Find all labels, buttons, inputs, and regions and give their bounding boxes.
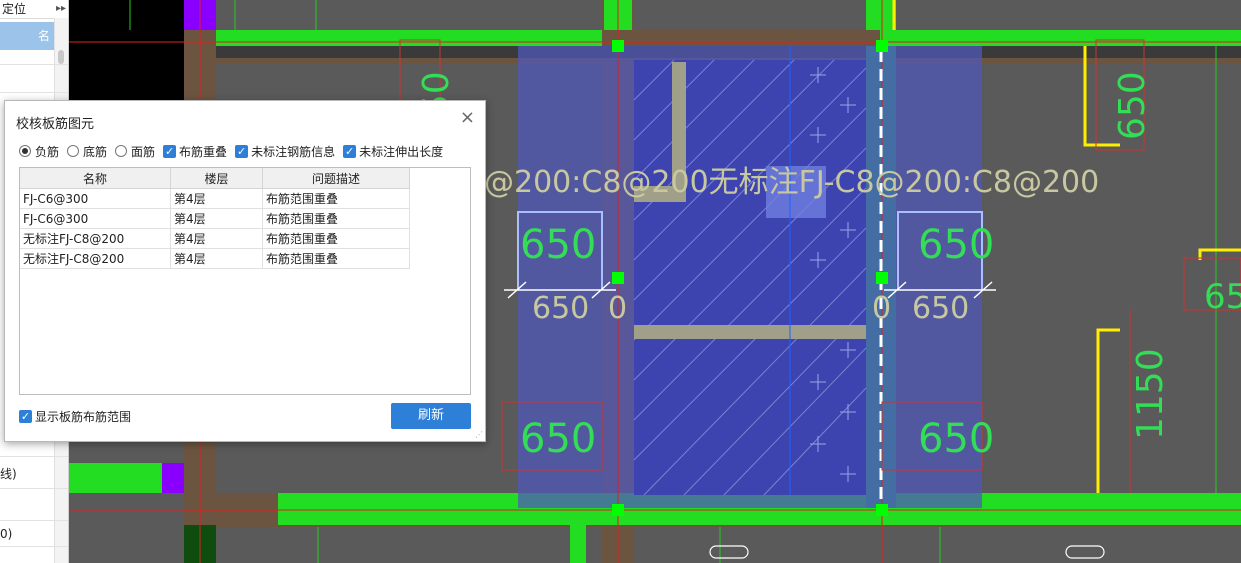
left-panel-divider bbox=[0, 64, 68, 65]
checkbox-missing-extension[interactable]: ✓ 未标注伸出长度 bbox=[343, 143, 443, 160]
left-panel-header: 定位 ▸▸ bbox=[0, 0, 68, 19]
radio-button-icon bbox=[19, 145, 31, 157]
filter-options: 负筋 底筋 面筋 ✓ 布筋重叠 ✓ 未标注钢筋信息 ✓ 未标注伸出长度 bbox=[19, 143, 451, 159]
cell-issue: 布筋范围重叠 bbox=[262, 208, 410, 229]
cell-floor: 第4层 bbox=[170, 248, 263, 269]
cell-name: FJ-C6@300 bbox=[20, 208, 171, 229]
cell-floor: 第4层 bbox=[170, 208, 263, 229]
dim-650-vertical-right: 650 bbox=[1112, 71, 1153, 140]
cell-issue: 布筋范围重叠 bbox=[262, 248, 410, 269]
checkbox-checked-icon: ✓ bbox=[163, 144, 177, 158]
column-header-name[interactable]: 名称 bbox=[20, 168, 171, 189]
issue-table[interactable]: 名称 楼层 问题描述 FJ-C6@300 第4层 布筋范围重叠 FJ-C6@30… bbox=[19, 167, 471, 395]
column-header-floor[interactable]: 楼层 bbox=[170, 168, 263, 189]
cell-issue: 布筋范围重叠 bbox=[262, 228, 410, 249]
dim-650-box-bottom-right: 650 bbox=[918, 416, 994, 462]
left-panel-fragment: 线) bbox=[0, 467, 17, 481]
check-slab-rebar-dialog: 校核板筋图元 × 负筋 底筋 面筋 ✓ 布筋重叠 ✓ 未标注钢筋信息 ✓ 未标注… bbox=[4, 100, 486, 442]
beam-bottom-stub-a bbox=[570, 525, 586, 563]
cell-floor: 第4层 bbox=[170, 188, 263, 209]
dim-650-box-top-right: 650 bbox=[918, 222, 994, 268]
checkbox-show-range[interactable]: ✓ 显示板筋布筋范围 bbox=[19, 408, 131, 425]
radio-bottom-rebar[interactable]: 底筋 bbox=[67, 143, 107, 160]
left-panel-scroll-thumb[interactable] bbox=[58, 50, 64, 64]
left-panel-divider bbox=[0, 488, 68, 489]
left-panel-header-label: 定位 bbox=[2, 2, 27, 16]
table-row[interactable]: FJ-C6@300 第4层 布筋范围重叠 bbox=[20, 188, 410, 209]
dialog-title: 校核板筋图元 bbox=[16, 117, 95, 132]
slab-inner bbox=[634, 60, 866, 495]
radio-negative-rebar[interactable]: 负筋 bbox=[19, 143, 59, 160]
beam-left-stub bbox=[68, 463, 162, 493]
radio-label: 面筋 bbox=[131, 144, 156, 159]
left-panel-selected-item[interactable]: 名 bbox=[0, 22, 54, 50]
resize-grip-icon[interactable]: ⋰ bbox=[475, 431, 483, 439]
table-row[interactable]: FJ-C6@300 第4层 布筋范围重叠 bbox=[20, 208, 410, 229]
radio-button-icon bbox=[115, 145, 128, 157]
dim-650-box-top-left: 650 bbox=[520, 222, 596, 268]
checkbox-label: 未标注钢筋信息 bbox=[251, 144, 336, 159]
refresh-button[interactable]: 刷新 bbox=[391, 403, 471, 429]
beam-right-top bbox=[866, 0, 896, 30]
cell-name: 无标注FJ-C8@200 bbox=[20, 228, 171, 249]
left-panel-divider bbox=[0, 546, 68, 547]
table-row[interactable]: 无标注FJ-C8@200 第4层 布筋范围重叠 bbox=[20, 228, 410, 249]
dim-650-left: 650 bbox=[532, 291, 589, 326]
table-row[interactable]: 无标注FJ-C8@200 第4层 布筋范围重叠 bbox=[20, 248, 410, 269]
checkbox-label: 未标注伸出长度 bbox=[359, 144, 444, 159]
checkbox-checked-icon: ✓ bbox=[235, 144, 249, 158]
dim-0-left: 0 bbox=[608, 291, 627, 326]
checkbox-label: 显示板筋布筋范围 bbox=[35, 410, 132, 424]
cell-name: 无标注FJ-C8@200 bbox=[20, 248, 171, 269]
dim-0-right: 0 bbox=[872, 291, 891, 326]
cell-issue: 布筋范围重叠 bbox=[262, 188, 410, 209]
dim-650-box-bottom-left: 650 bbox=[520, 416, 596, 462]
radio-button-icon bbox=[67, 145, 80, 157]
rebar-annotation[interactable]: @200:C8@200无标注FJ-C8@200:C8@200 bbox=[484, 165, 1099, 200]
beam-top-right bbox=[880, 30, 1241, 46]
collapse-icon[interactable]: ▸▸ bbox=[56, 0, 66, 18]
left-panel-divider bbox=[0, 456, 68, 457]
checkbox-label: 布筋重叠 bbox=[179, 144, 228, 159]
checkbox-overlap[interactable]: ✓ 布筋重叠 bbox=[163, 143, 227, 160]
rebar-bar-horizontal bbox=[634, 325, 866, 339]
radio-top-rebar[interactable]: 面筋 bbox=[115, 143, 155, 160]
close-icon[interactable]: × bbox=[460, 109, 475, 127]
left-panel-divider bbox=[0, 520, 68, 521]
cell-floor: 第4层 bbox=[170, 228, 263, 249]
black-region bbox=[68, 0, 185, 100]
issue-table-grid: 名称 楼层 问题描述 FJ-C6@300 第4层 布筋范围重叠 FJ-C6@30… bbox=[20, 168, 410, 269]
checkbox-checked-icon: ✓ bbox=[19, 410, 32, 423]
column-header-issue[interactable]: 问题描述 bbox=[262, 168, 410, 189]
left-panel-fragment: 0) bbox=[0, 527, 13, 541]
dim-1150-vertical: 1150 bbox=[1130, 348, 1171, 440]
beam-top-left bbox=[216, 30, 602, 46]
table-header-row: 名称 楼层 问题描述 bbox=[20, 168, 410, 189]
cell-name: FJ-C6@300 bbox=[20, 188, 171, 209]
left-panel-divider bbox=[0, 92, 68, 93]
checkbox-missing-rebar-info[interactable]: ✓ 未标注钢筋信息 bbox=[235, 143, 335, 160]
dim-650-right: 650 bbox=[912, 291, 969, 326]
dim-65-edge: 65 bbox=[1204, 277, 1241, 317]
radio-label: 底筋 bbox=[83, 144, 108, 159]
purple-column-bottom bbox=[162, 463, 184, 493]
checkbox-checked-icon: ✓ bbox=[343, 144, 357, 158]
radio-label: 负筋 bbox=[35, 144, 60, 159]
